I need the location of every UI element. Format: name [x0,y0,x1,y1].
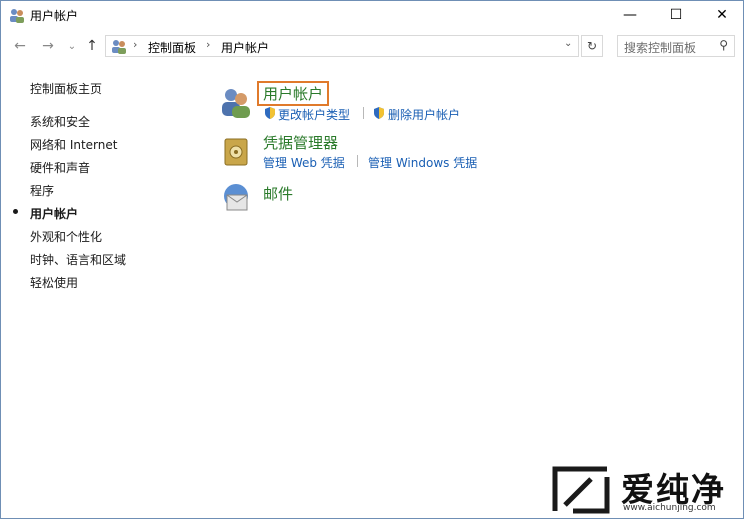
watermark-emblem-icon [552,466,610,514]
sidebar-item-user-accounts[interactable]: 用户帐户 [30,205,78,222]
chevron-down-icon: ⌄ [67,40,77,52]
manage-windows-credentials-link[interactable]: 管理 Windows 凭据 [368,154,477,171]
link-separator [363,107,364,119]
current-item-bullet [13,209,18,214]
change-account-type-link[interactable]: 更改帐户类型 [278,106,350,123]
breadcrumb-user-accounts[interactable]: 用户帐户 [221,39,269,56]
refresh-button[interactable]: ↻ [581,35,603,57]
breadcrumb-separator: › [206,38,211,51]
sidebar-item-ease-of-access[interactable]: 轻松使用 [30,274,78,291]
up-arrow-icon: ↑ [86,38,98,54]
sidebar-item-network[interactable]: 网络和 Internet [30,136,117,153]
link-separator [357,155,358,167]
users-icon[interactable] [219,85,253,119]
uac-shield-icon [265,107,275,119]
watermark-logo: 爱纯净 www.aichunjing.com [545,459,744,519]
back-button[interactable]: ← [11,37,29,55]
breadcrumb-control-panel[interactable]: 控制面板 [148,39,196,56]
users-icon [10,9,24,23]
mail-icon[interactable] [219,181,253,215]
forward-button[interactable]: → [39,37,57,55]
forward-arrow-icon: → [42,38,54,54]
uac-shield-icon [374,107,384,119]
breadcrumb-separator: › [133,38,138,51]
maximize-icon: ☐ [669,7,683,23]
address-dropdown-icon[interactable]: ⌄ [564,38,572,49]
sidebar-item-home[interactable]: 控制面板主页 [30,80,102,97]
search-placeholder: 搜索控制面板 [624,41,697,55]
category-mail-title[interactable]: 邮件 [263,183,293,204]
back-arrow-icon: ← [14,38,26,54]
title-bar[interactable]: 用户帐户 — ☐ ✕ [1,1,743,29]
category-credential-manager-title[interactable]: 凭据管理器 [263,132,338,153]
address-bar[interactable]: › 控制面板 › 用户帐户 ⌄ [105,35,579,57]
minimize-button[interactable]: — [607,1,653,29]
sidebar-item-system-security[interactable]: 系统和安全 [30,113,90,130]
users-icon [112,40,126,54]
sidebar-item-hardware-sound[interactable]: 硬件和声音 [30,159,90,176]
search-icon: ⚲ [719,38,728,52]
credential-vault-icon[interactable] [219,135,253,169]
remove-user-accounts-link[interactable]: 删除用户帐户 [388,106,460,123]
close-button[interactable]: ✕ [699,1,744,29]
maximize-button[interactable]: ☐ [653,1,699,29]
recent-locations-button[interactable]: ⌄ [63,37,81,55]
watermark-url: www.aichunjing.com [623,503,716,513]
sidebar-item-appearance[interactable]: 外观和个性化 [30,228,102,245]
close-icon: ✕ [716,7,728,23]
manage-web-credentials-link[interactable]: 管理 Web 凭据 [263,154,345,171]
up-button[interactable]: ↑ [83,37,101,55]
category-user-accounts-title[interactable]: 用户帐户 [257,81,330,106]
sidebar-item-clock-region[interactable]: 时钟、语言和区域 [30,251,126,268]
minimize-icon: — [623,7,637,23]
sidebar-item-programs[interactable]: 程序 [30,182,54,199]
control-panel-window: 用户帐户 — ☐ ✕ ← → ⌄ ↑ › 控制面板 › 用户帐户 ⌄ ↻ 搜索控… [0,0,744,519]
refresh-icon: ↻ [586,39,598,53]
window-title: 用户帐户 [30,9,79,23]
search-input[interactable]: 搜索控制面板 ⚲ [617,35,735,57]
